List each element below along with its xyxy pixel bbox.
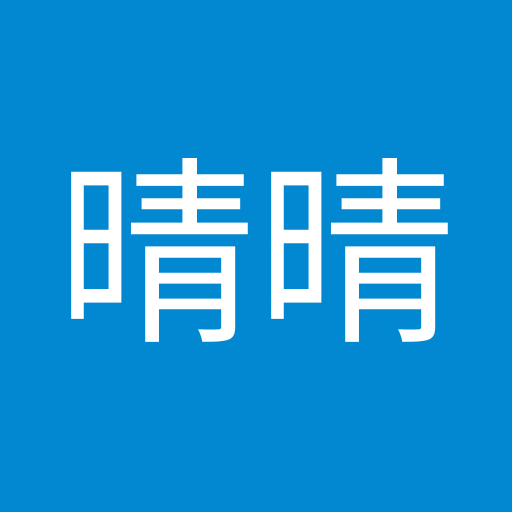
avatar-initials: 晴晴 (55, 141, 456, 374)
avatar: 晴晴 (0, 0, 512, 512)
